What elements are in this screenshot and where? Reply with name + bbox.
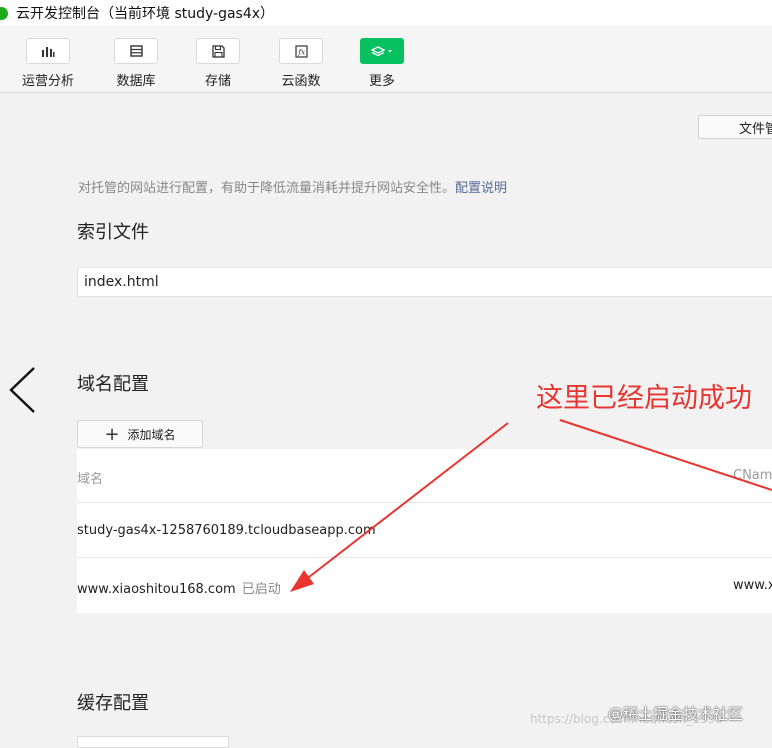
toolbar-analytics-label: 运营分析 xyxy=(22,74,75,89)
file-management-button[interactable]: 文件管 xyxy=(698,115,772,139)
back-chevron-icon[interactable] xyxy=(8,366,48,416)
database-icon xyxy=(114,38,158,64)
toolbar-more-button[interactable]: 更多 xyxy=(360,38,404,89)
annotation-text: 这里已经启动成功 xyxy=(536,383,752,414)
table-row: www.xiaoshitou168.com 已启动 www.x xyxy=(77,558,772,613)
toolbar-database-button[interactable]: 数据库 xyxy=(114,38,158,89)
file-management-label: 文件管 xyxy=(739,121,772,137)
add-domain-button[interactable]: + 添加域名 xyxy=(77,420,203,448)
toolbar-storage-label: 存储 xyxy=(204,74,231,89)
toolbar-more-label: 更多 xyxy=(368,74,395,89)
index-file-value: index.html xyxy=(84,274,159,290)
toolbar-storage-button[interactable]: 存储 xyxy=(196,38,240,89)
domain-table-header: 域名 CNam xyxy=(77,449,772,503)
brand-watermark: @稀土掘金技术社区 xyxy=(608,705,744,723)
domain-cell-text: www.xiaoshitou168.com xyxy=(77,582,236,597)
column-header-cname: CNam xyxy=(733,468,772,483)
status-badge: 已启动 xyxy=(241,582,281,597)
hosting-description-text: 对托管的网站进行配置，有助于降低流量消耗并提升网站安全性。 xyxy=(78,181,456,196)
cache-config-title: 缓存配置 xyxy=(77,693,149,714)
column-header-domain: 域名 xyxy=(77,472,104,487)
table-row: study-gas4x-1258760189.tcloudbaseapp.com xyxy=(77,503,772,558)
main-toolbar: 运营分析 数据库 存储 fx 云函数 更多 xyxy=(0,26,772,93)
plus-icon: + xyxy=(104,423,120,445)
window-title: 云开发控制台（当前环境 study-gas4x） xyxy=(16,6,275,22)
cache-config-input[interactable] xyxy=(77,736,229,748)
toolbar-analytics-button[interactable]: 运营分析 xyxy=(22,38,74,89)
toolbar-cloud-function-label: 云函数 xyxy=(281,74,321,89)
domain-config-title: 域名配置 xyxy=(77,374,149,395)
index-file-title: 索引文件 xyxy=(77,222,149,243)
domain-cell: www.xiaoshitou168.com 已启动 xyxy=(77,578,281,597)
toolbar-cloud-function-button[interactable]: fx 云函数 xyxy=(279,38,323,89)
config-help-link[interactable]: 配置说明 xyxy=(455,181,507,196)
add-domain-label: 添加域名 xyxy=(127,427,176,442)
toolbar-database-label: 数据库 xyxy=(116,74,156,89)
function-icon: fx xyxy=(279,38,323,64)
index-file-input[interactable]: index.html xyxy=(77,267,772,297)
window-titlebar: 云开发控制台（当前环境 study-gas4x） xyxy=(0,0,772,26)
domain-table: 域名 CNam study-gas4x-1258760189.tcloudbas… xyxy=(77,449,772,613)
save-icon xyxy=(196,38,240,64)
cname-cell: www.x xyxy=(733,578,772,593)
svg-text:fx: fx xyxy=(297,47,306,56)
hosting-description: 对托管的网站进行配置，有助于降低流量消耗并提升网站安全性。配置说明 xyxy=(78,177,507,196)
bar-chart-icon xyxy=(26,38,70,64)
app-logo-icon xyxy=(0,6,8,20)
layers-icon xyxy=(360,38,404,64)
domain-cell: study-gas4x-1258760189.tcloudbaseapp.com xyxy=(77,523,376,538)
